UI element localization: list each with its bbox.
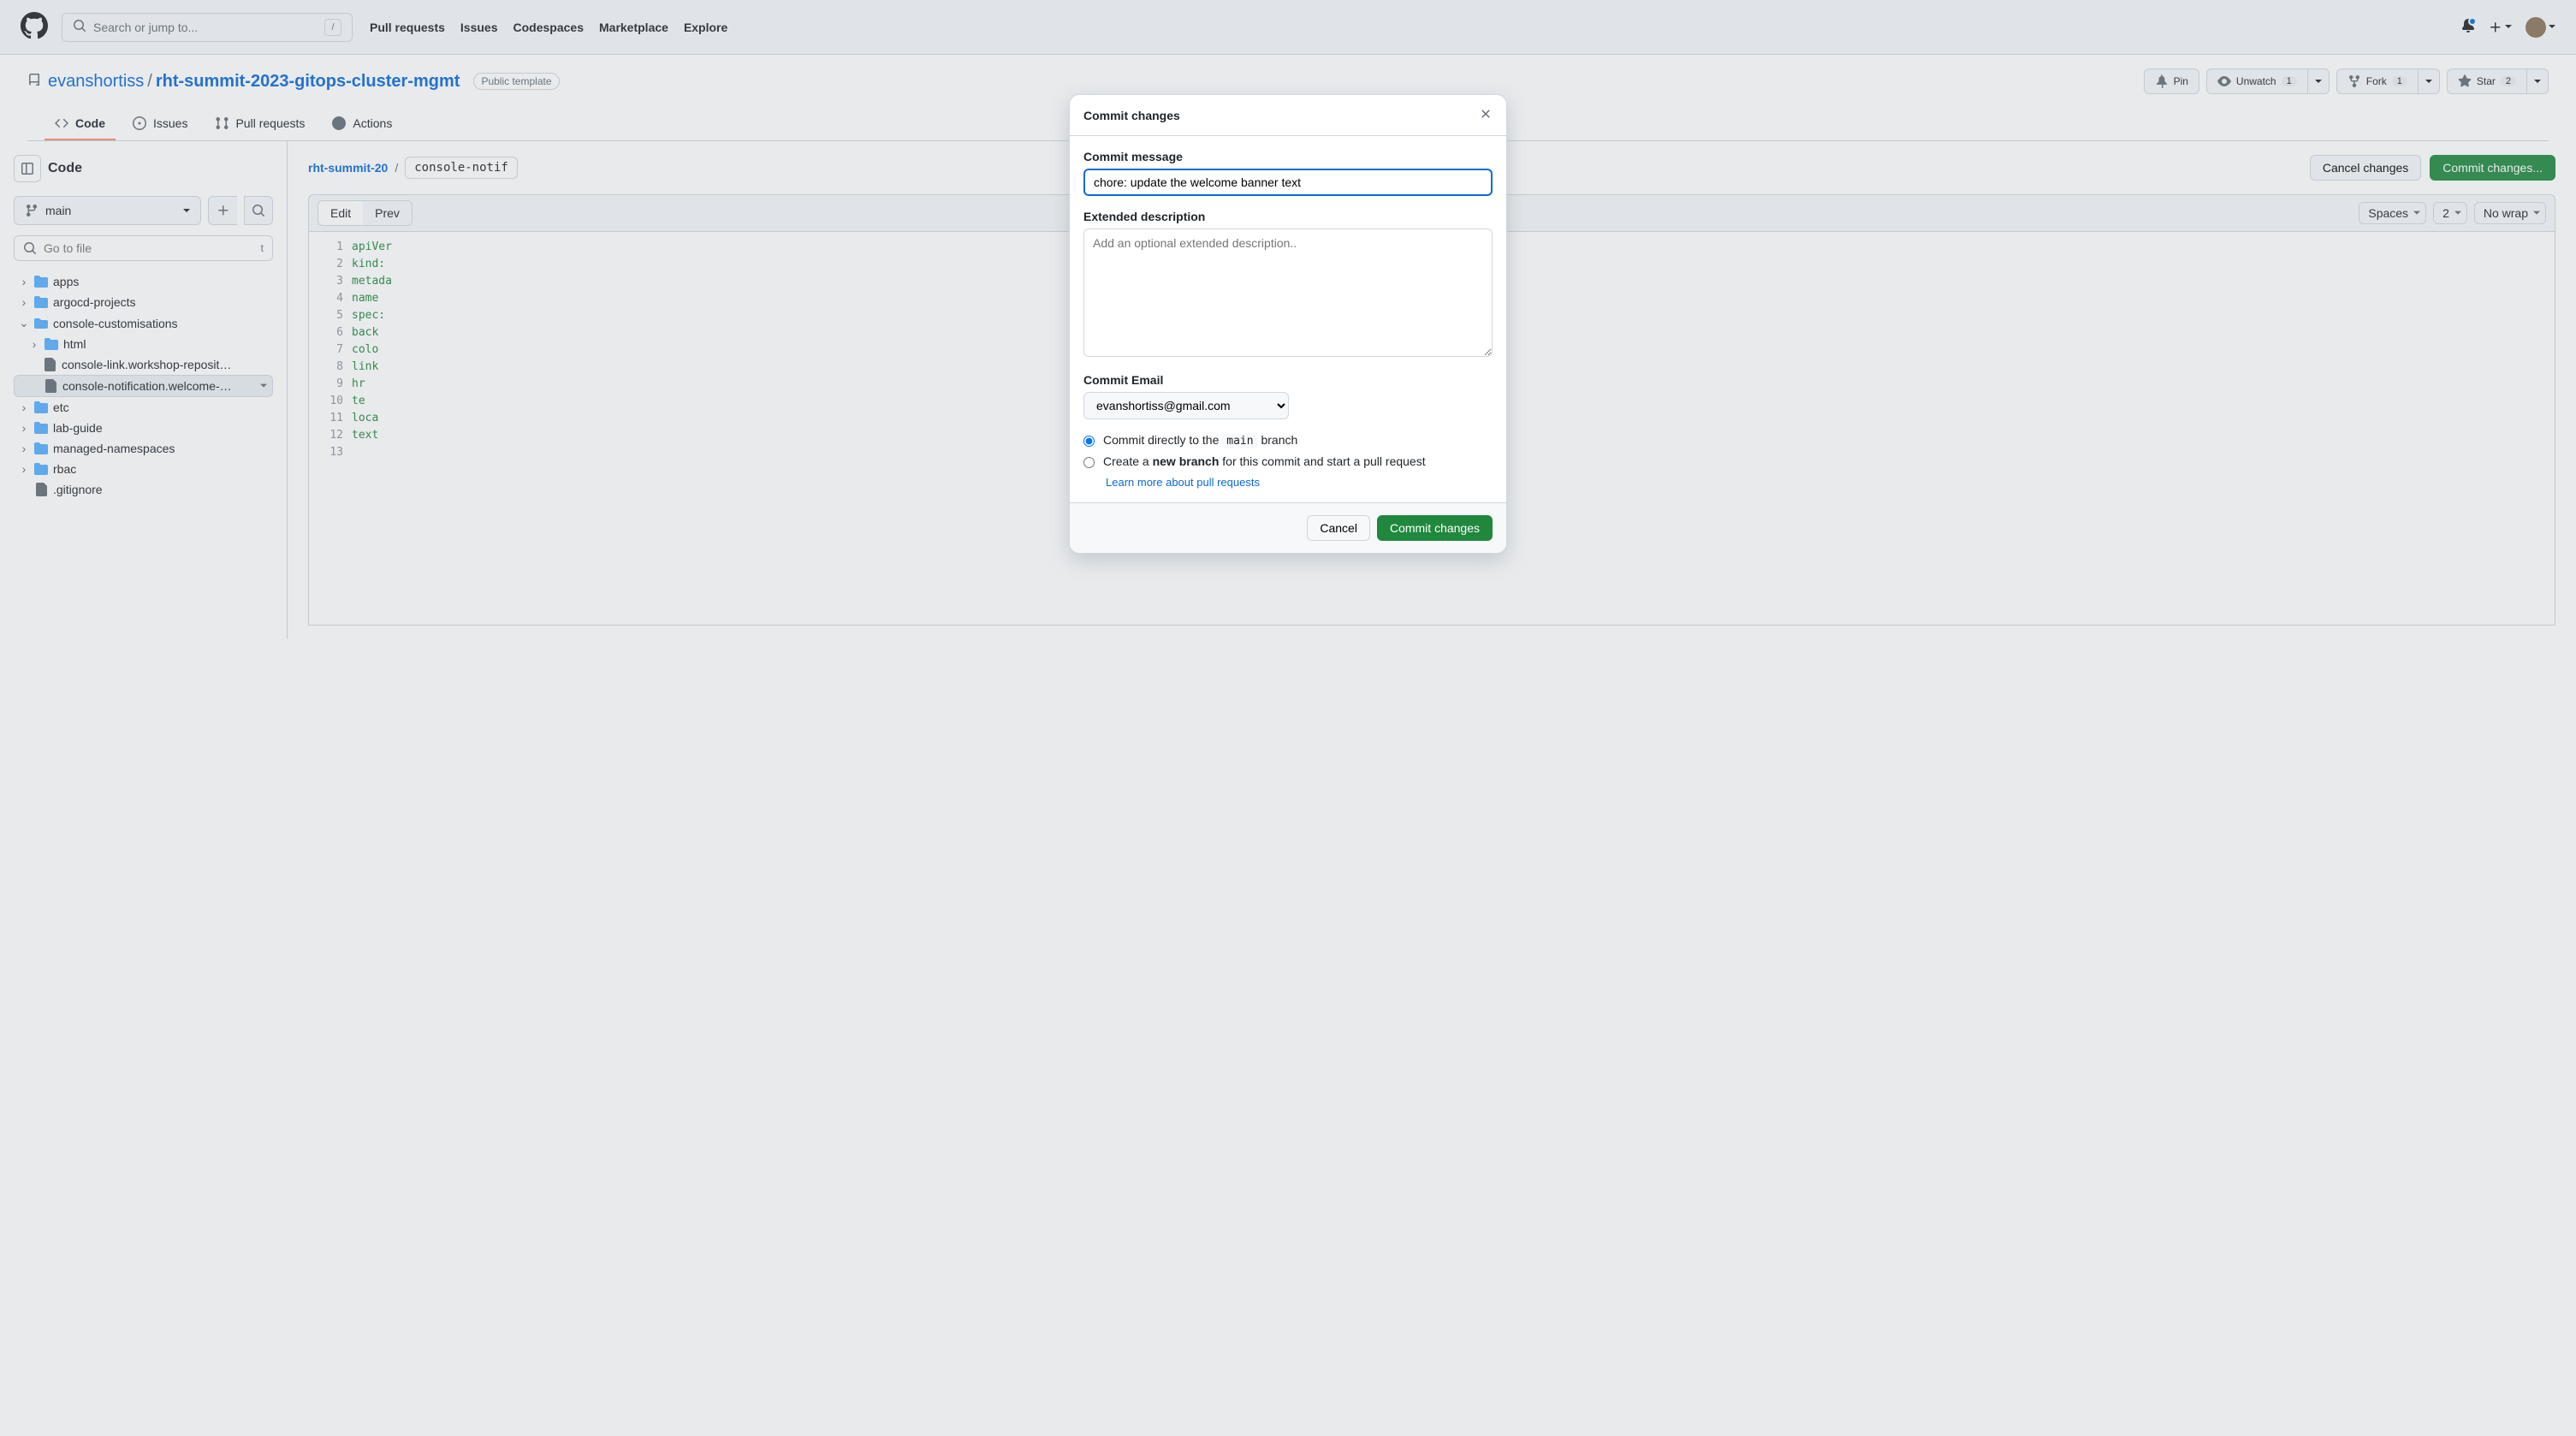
extended-desc-input[interactable] [1083,228,1493,357]
commit-message-input[interactable] [1083,169,1493,196]
extended-desc-label: Extended description [1083,210,1493,223]
modal-backdrop: Commit changes Commit message Extended d… [0,0,2576,1436]
commit-email-label: Commit Email [1083,373,1493,387]
radio-direct[interactable] [1083,436,1095,447]
modal-cancel-button[interactable]: Cancel [1307,515,1370,541]
modal-title: Commit changes [1083,109,1180,122]
radio-new-branch-label: Create a new branch for this commit and … [1103,454,1426,468]
commit-modal: Commit changes Commit message Extended d… [1069,94,1507,554]
commit-email-select[interactable]: evanshortiss@gmail.com [1083,392,1289,419]
modal-commit-button[interactable]: Commit changes [1377,515,1493,541]
commit-message-label: Commit message [1083,150,1493,163]
radio-direct-label: Commit directly to the main branch [1103,433,1297,448]
learn-more-link[interactable]: Learn more about pull requests [1106,476,1260,489]
radio-new-branch[interactable] [1083,457,1095,468]
close-icon[interactable] [1479,107,1493,123]
